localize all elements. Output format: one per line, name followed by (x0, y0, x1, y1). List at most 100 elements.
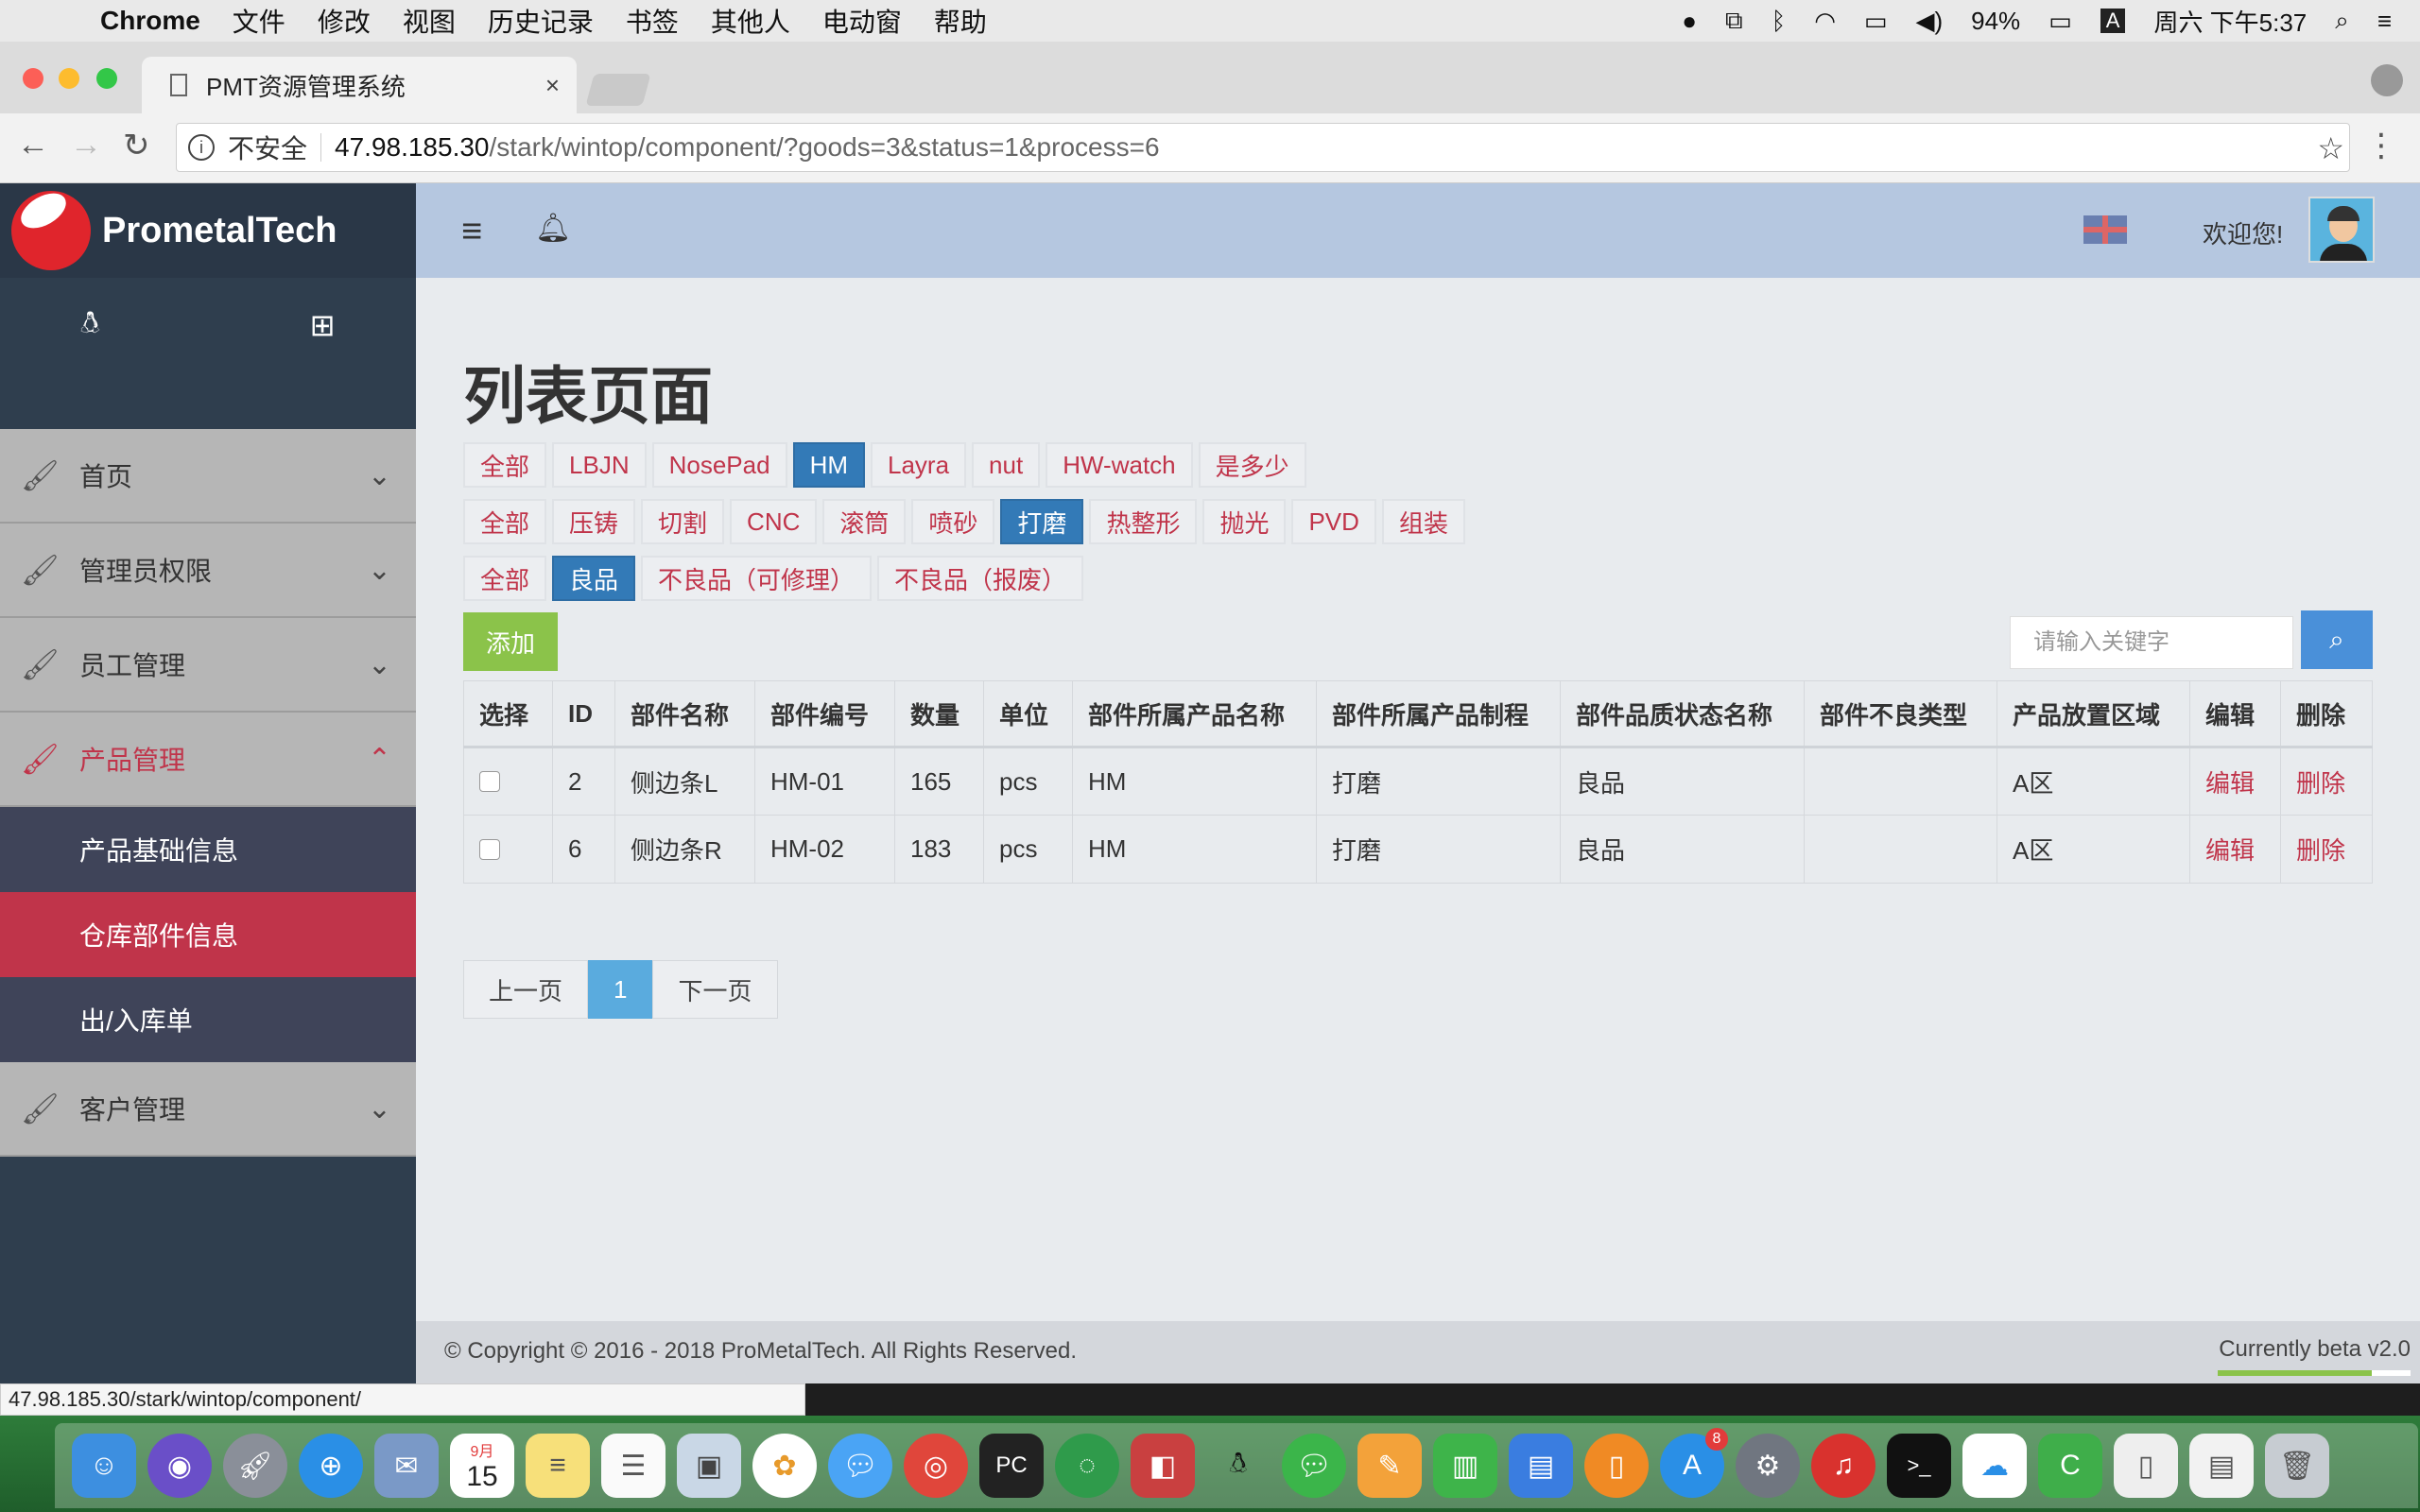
spotlight-search-icon[interactable]: ⌕ (2335, 6, 2349, 36)
reminders-icon[interactable]: ☰ (601, 1434, 666, 1498)
menu-view[interactable]: 视图 (403, 2, 456, 40)
window-zoom-button[interactable] (96, 68, 117, 89)
status-filter-all[interactable]: 全部 (463, 556, 547, 601)
search-button[interactable]: ⌕ (2301, 610, 2373, 669)
row-checkbox[interactable] (479, 771, 500, 792)
process-filter-all[interactable]: 全部 (463, 499, 547, 544)
info-icon[interactable]: i (188, 134, 215, 161)
bell-icon[interactable]: 🔔︎ (535, 212, 571, 245)
mail-stamp-icon[interactable]: ✉ (374, 1434, 439, 1498)
add-button[interactable]: 添加 (463, 612, 558, 671)
notes-icon[interactable]: ≡ (526, 1434, 590, 1498)
photos-icon[interactable]: ✿ (752, 1434, 817, 1498)
next-page-button[interactable]: 下一页 (652, 960, 778, 1019)
goods-filter-nosepad[interactable]: NosePad (651, 442, 787, 488)
edit-link[interactable]: 编辑 (2189, 747, 2281, 816)
window-minimize-button[interactable] (59, 68, 79, 89)
profile-icon[interactable] (2371, 64, 2403, 96)
menu-file[interactable]: 文件 (233, 2, 285, 40)
menu-window[interactable]: 电动窗 (822, 2, 902, 40)
delete-link[interactable]: 删除 (2280, 815, 2373, 884)
menu-help[interactable]: 帮助 (934, 2, 987, 40)
edit-link[interactable]: 编辑 (2189, 815, 2281, 884)
bluetooth-icon[interactable]: ᛒ (1772, 7, 1787, 36)
numbers-icon[interactable]: ▥ (1433, 1434, 1497, 1498)
qq-icon[interactable]: 🐧︎ (1206, 1434, 1270, 1498)
process-filter-cnc[interactable]: CNC (730, 499, 818, 544)
process-filter-pvd[interactable]: PVD (1291, 499, 1376, 544)
delete-link[interactable]: 删除 (2280, 747, 2373, 816)
document-stack-icon[interactable]: ▤ (2189, 1434, 2254, 1498)
goods-filter-all[interactable]: 全部 (463, 442, 547, 488)
screen-share-icon[interactable]: ⧉ (1725, 6, 1743, 36)
safari-icon[interactable]: ⊕ (299, 1434, 363, 1498)
siri-icon[interactable]: ◉ (147, 1434, 212, 1498)
window-close-button[interactable] (23, 68, 43, 89)
prev-page-button[interactable]: 上一页 (463, 960, 589, 1019)
wifi-icon[interactable]: ◠ (1814, 7, 1836, 36)
hamburger-menu-icon[interactable]: ≡ (461, 212, 482, 252)
wechat-icon[interactable]: 💬︎ (1282, 1434, 1346, 1498)
preview-icon[interactable]: ▣ (677, 1434, 741, 1498)
pages-icon[interactable]: ✎ (1357, 1434, 1422, 1498)
messages-icon[interactable]: 💬︎ (828, 1434, 892, 1498)
brand-logo[interactable]: PrometalTech (0, 183, 416, 278)
baidu-netdisk-icon[interactable]: ☁ (1962, 1434, 2027, 1498)
process-filter-heat-shaping[interactable]: 热整形 (1089, 499, 1198, 544)
terminal-icon[interactable]: >_ (1887, 1434, 1951, 1498)
chrome-icon[interactable]: ◎ (904, 1434, 968, 1498)
notification-center-icon[interactable]: ≡ (2377, 7, 2392, 36)
reload-icon[interactable]: ↻ (123, 127, 150, 164)
finder-icon[interactable]: ☺ (72, 1434, 136, 1498)
sidebar-item-customer-management[interactable]: 🖌︎ 客户管理 ⌄ (0, 1062, 416, 1157)
trash-icon[interactable]: 🗑︎ (2265, 1434, 2329, 1498)
sync-icon[interactable]: ◌ (1055, 1434, 1119, 1498)
page-number-button[interactable]: 1 (588, 960, 653, 1019)
process-filter-cutting[interactable]: 切割 (641, 499, 725, 544)
status-filter-repairable[interactable]: 不良品（可修理） (641, 556, 873, 601)
volume-icon[interactable]: ◀) (1915, 7, 1943, 36)
process-filter-grinding[interactable]: 打磨 (1000, 499, 1084, 544)
goods-filter-shiduoshao[interactable]: 是多少 (1198, 442, 1306, 488)
process-filter-die-casting[interactable]: 压铸 (552, 499, 636, 544)
sidebar-item-product-management[interactable]: 🖌︎ 产品管理 ⌃ (0, 713, 416, 807)
sidebar-subitem-product-basics[interactable]: 产品基础信息 (0, 807, 416, 892)
sidebar-item-admin-permissions[interactable]: 🖌︎ 管理员权限 ⌄ (0, 524, 416, 618)
sidebar-item-staff-management[interactable]: 🖌︎ 员工管理 ⌄ (0, 618, 416, 713)
ibooks-icon[interactable]: ▯ (1584, 1434, 1649, 1498)
camtasia-icon[interactable]: C (2038, 1434, 2102, 1498)
menu-people[interactable]: 其他人 (711, 2, 790, 40)
goods-filter-lbjn[interactable]: LBJN (552, 442, 647, 488)
chrome-menu-icon[interactable]: ⋮ (2365, 127, 2397, 164)
menubar-clock[interactable]: 周六 下午5:37 (2153, 4, 2307, 39)
browser-tab[interactable]: PMT资源管理系统 × (142, 57, 577, 113)
goods-filter-hm[interactable]: HM (792, 442, 865, 488)
input-method-icon[interactable]: A (2100, 9, 2126, 33)
archive-file-icon[interactable]: ▯ (2114, 1434, 2178, 1498)
avatar[interactable] (2308, 197, 2375, 263)
pycharm-icon[interactable]: PC (979, 1434, 1044, 1498)
uk-flag-icon[interactable] (2083, 215, 2127, 244)
airplay-icon[interactable]: ▭ (1864, 7, 1888, 36)
goods-filter-nut[interactable]: nut (972, 442, 1041, 488)
menu-edit[interactable]: 修改 (318, 2, 371, 40)
status-filter-scrapped[interactable]: 不良品（报废） (877, 556, 1084, 601)
process-filter-polishing[interactable]: 抛光 (1202, 499, 1287, 544)
process-filter-tumbling[interactable]: 滚筒 (822, 499, 907, 544)
windows-icon[interactable]: ⊞ (310, 307, 336, 343)
row-checkbox[interactable] (479, 838, 500, 860)
qq-status-icon[interactable]: ● (1682, 7, 1697, 36)
menu-history[interactable]: 历史记录 (488, 2, 594, 40)
sidebar-subitem-warehouse-parts[interactable]: 仓库部件信息 (0, 892, 416, 977)
new-tab-button[interactable] (585, 74, 651, 106)
forward-arrow-icon[interactable]: → (70, 127, 102, 163)
system-preferences-icon[interactable]: ⚙ (1736, 1434, 1800, 1498)
battery-icon[interactable]: ▭ (2048, 7, 2072, 36)
netease-music-icon[interactable]: ♫ (1811, 1434, 1876, 1498)
app-store-icon[interactable]: A8 (1660, 1428, 1728, 1498)
menu-app-name[interactable]: Chrome (100, 6, 200, 36)
parallels-icon[interactable]: ◧ (1131, 1434, 1195, 1498)
calendar-icon[interactable]: 9月 15 (450, 1434, 514, 1498)
menu-bookmarks[interactable]: 书签 (626, 2, 679, 40)
goods-filter-hw-watch[interactable]: HW-watch (1046, 442, 1193, 488)
